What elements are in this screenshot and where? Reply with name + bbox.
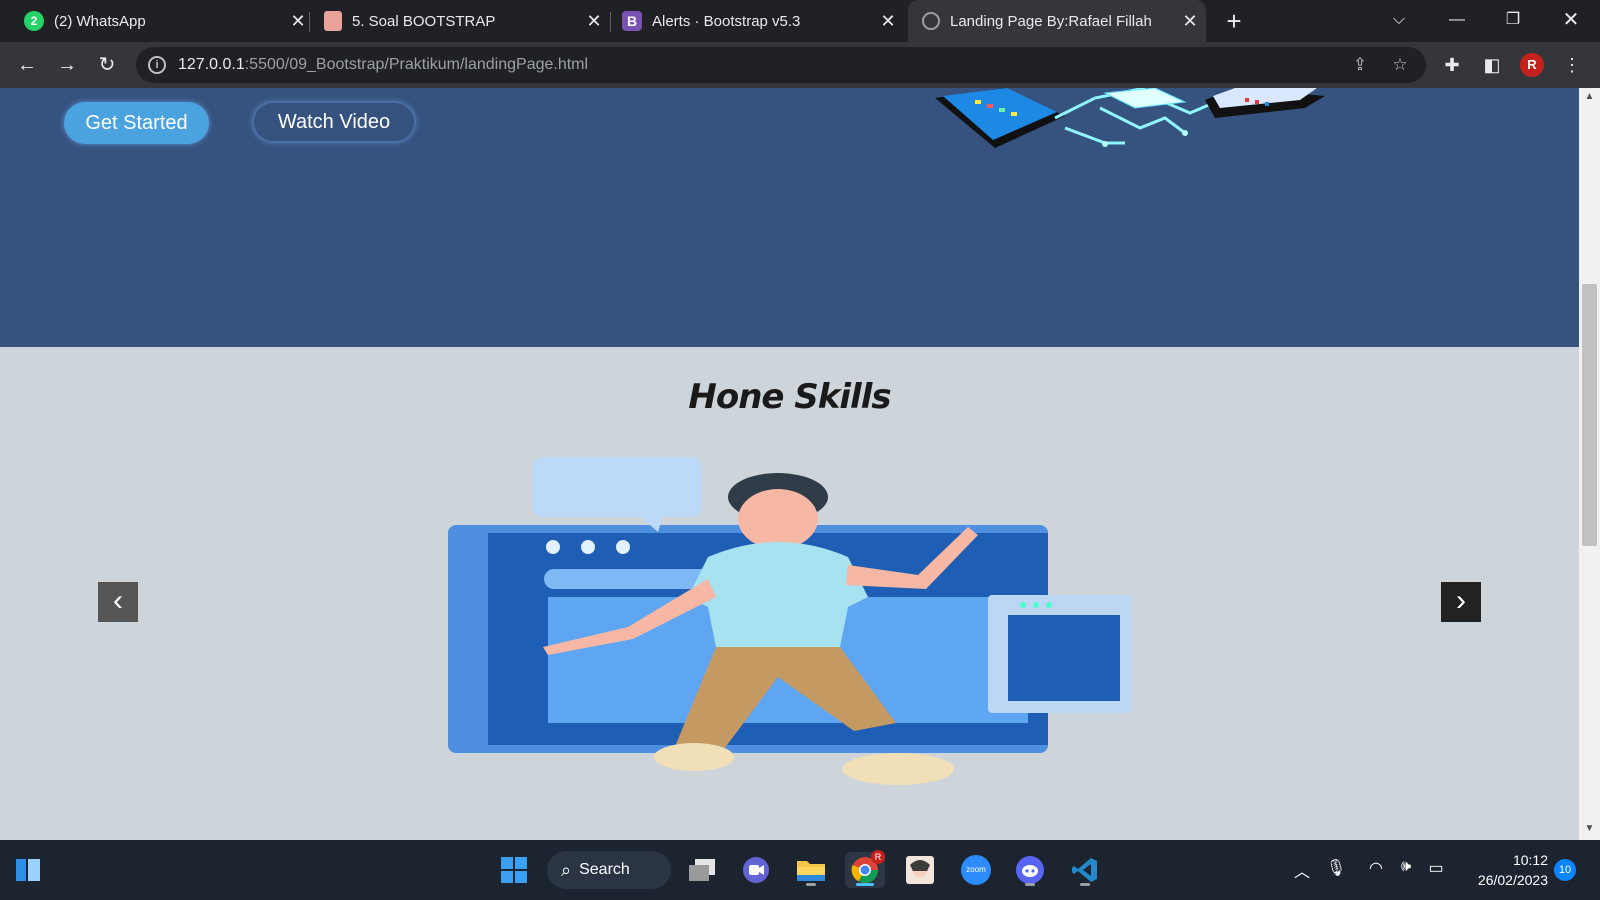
vscode-icon[interactable] <box>1065 852 1105 888</box>
browser-tab-bar: 2 (2) WhatsApp ✕ 5. Soal BOOTSTRAP ✕ B A… <box>0 0 1600 42</box>
minimize-icon[interactable]: — <box>1442 8 1472 32</box>
document-icon <box>324 11 342 31</box>
tab-whatsapp[interactable]: 2 (2) WhatsApp ✕ <box>14 0 314 42</box>
tab-close-icon[interactable]: ✕ <box>584 11 604 31</box>
address-url[interactable]: 127.0.0.1:5500/09_Bootstrap/Praktikum/la… <box>178 56 588 74</box>
side-panel-icon[interactable]: ◧ <box>1480 53 1504 77</box>
scroll-down-arrow-icon[interactable]: ▼ <box>1584 823 1595 837</box>
active-indicator <box>856 883 874 886</box>
restore-icon[interactable]: ❐ <box>1498 8 1528 32</box>
tab-close-icon[interactable]: ✕ <box>1180 11 1200 31</box>
scroll-thumb[interactable] <box>1582 284 1597 546</box>
forward-icon[interactable]: → <box>54 52 80 78</box>
bootstrap-icon: B <box>622 11 642 31</box>
tab-title: Alerts · Bootstrap v5.3 <box>652 12 801 30</box>
wifi-icon[interactable]: ◠ <box>1364 858 1388 878</box>
hero-isometric-illustration <box>935 88 1325 148</box>
anime-app-icon[interactable] <box>900 852 940 888</box>
profile-avatar[interactable]: R <box>1520 53 1544 77</box>
page-viewport: Get Started Watch Video Hone Skills ‹ › <box>0 88 1600 840</box>
skills-heading: Hone Skills <box>688 377 891 417</box>
scroll-up-arrow-icon[interactable]: ▲ <box>1584 91 1595 105</box>
chevron-right-icon: › <box>1456 584 1466 617</box>
teams-chat-icon[interactable] <box>736 852 776 888</box>
address-bar[interactable]: i 127.0.0.1:5500/09_Bootstrap/Praktikum/… <box>136 47 1426 83</box>
clock-date: 26/02/2023 <box>1477 872 1548 888</box>
microphone-icon[interactable]: 🎙︎ <box>1324 858 1348 878</box>
running-indicator <box>806 883 816 886</box>
tab-search-chevron-icon[interactable]: ⌵ <box>1384 8 1414 32</box>
browser-toolbar: ← → ↻ i 127.0.0.1:5500/09_Bootstrap/Prak… <box>0 42 1600 88</box>
start-windows-icon[interactable] <box>494 852 534 888</box>
url-host: 127.0.0.1 <box>178 56 245 73</box>
search-label: Search <box>579 861 630 878</box>
tab-landing-page[interactable]: Landing Page By:Rafael Fillah ✕ <box>908 0 1206 42</box>
task-view-icon[interactable] <box>682 852 722 888</box>
chrome-taskbar-icon[interactable]: R <box>845 850 885 888</box>
bootstrap-letter: B <box>626 13 638 29</box>
tab-close-icon[interactable]: ✕ <box>288 11 308 31</box>
get-started-button[interactable]: Get Started <box>64 102 209 144</box>
discord-icon[interactable] <box>1010 852 1050 888</box>
extensions-icon[interactable]: ✚ <box>1440 53 1464 77</box>
hero-section: Get Started Watch Video <box>0 88 1579 347</box>
running-indicator <box>1025 883 1035 886</box>
watch-video-button[interactable]: Watch Video <box>252 101 416 143</box>
url-path: :5500/09_Bootstrap/Praktikum/landingPage… <box>244 56 589 73</box>
new-tab-button[interactable]: + <box>1222 8 1246 34</box>
tab-title: Landing Page By:Rafael Fillah <box>950 12 1152 30</box>
running-indicator <box>1080 883 1090 886</box>
tab-separator <box>309 12 310 32</box>
carousel-slide-illustration <box>448 457 1132 785</box>
tab-title: 5. Soal BOOTSTRAP <box>352 12 496 30</box>
skills-section: Hone Skills ‹ › <box>0 347 1579 840</box>
volume-icon[interactable]: 🕪︎ <box>1394 858 1418 876</box>
whatsapp-badge: 2 <box>30 14 38 28</box>
system-clock[interactable]: 10:12 26/02/2023 <box>1464 850 1548 890</box>
tab-soal-bootstrap[interactable]: 5. Soal BOOTSTRAP ✕ <box>314 0 610 42</box>
taskbar-search-button[interactable]: ⌕ Search <box>547 851 671 889</box>
page-scrollbar[interactable]: ▲ ▼ <box>1579 88 1600 840</box>
tab-separator <box>610 12 611 32</box>
zoom-label: zoom <box>961 855 991 885</box>
clock-time: 10:12 <box>1512 852 1548 868</box>
carousel-next-button[interactable]: › <box>1441 582 1481 622</box>
chevron-left-icon: ‹ <box>113 584 123 617</box>
share-icon[interactable]: ⇪ <box>1350 55 1370 75</box>
menu-kebab-icon[interactable]: ⋮ <box>1560 53 1584 77</box>
carousel-prev-button[interactable]: ‹ <box>98 582 138 622</box>
file-explorer-icon[interactable] <box>791 852 831 888</box>
bookmark-star-icon[interactable]: ☆ <box>1390 55 1410 75</box>
back-icon[interactable]: ← <box>14 52 40 78</box>
chrome-profile-badge: R <box>871 850 885 864</box>
globe-icon <box>922 12 940 30</box>
notification-count-badge[interactable]: 10 <box>1554 859 1576 881</box>
reload-icon[interactable]: ↻ <box>94 52 120 78</box>
tab-close-icon[interactable]: ✕ <box>878 11 898 31</box>
search-icon: ⌕ <box>561 859 572 880</box>
widgets-icon[interactable] <box>8 852 48 888</box>
tab-title: (2) WhatsApp <box>54 12 146 30</box>
battery-icon[interactable]: ▭ <box>1424 858 1448 878</box>
whatsapp-icon: 2 <box>24 11 44 31</box>
close-window-icon[interactable]: ✕ <box>1556 8 1586 32</box>
site-info-icon[interactable]: i <box>148 56 166 74</box>
windows-taskbar: ⌕ Search R zoom ︿ 🎙︎ ◠ 🕪︎ ▭ 10:12 26/02/… <box>0 840 1600 900</box>
zoom-icon[interactable]: zoom <box>956 852 996 888</box>
show-hidden-icons-chevron-icon[interactable]: ︿ <box>1290 858 1314 882</box>
tab-bootstrap-alerts[interactable]: B Alerts · Bootstrap v5.3 ✕ <box>614 0 904 42</box>
